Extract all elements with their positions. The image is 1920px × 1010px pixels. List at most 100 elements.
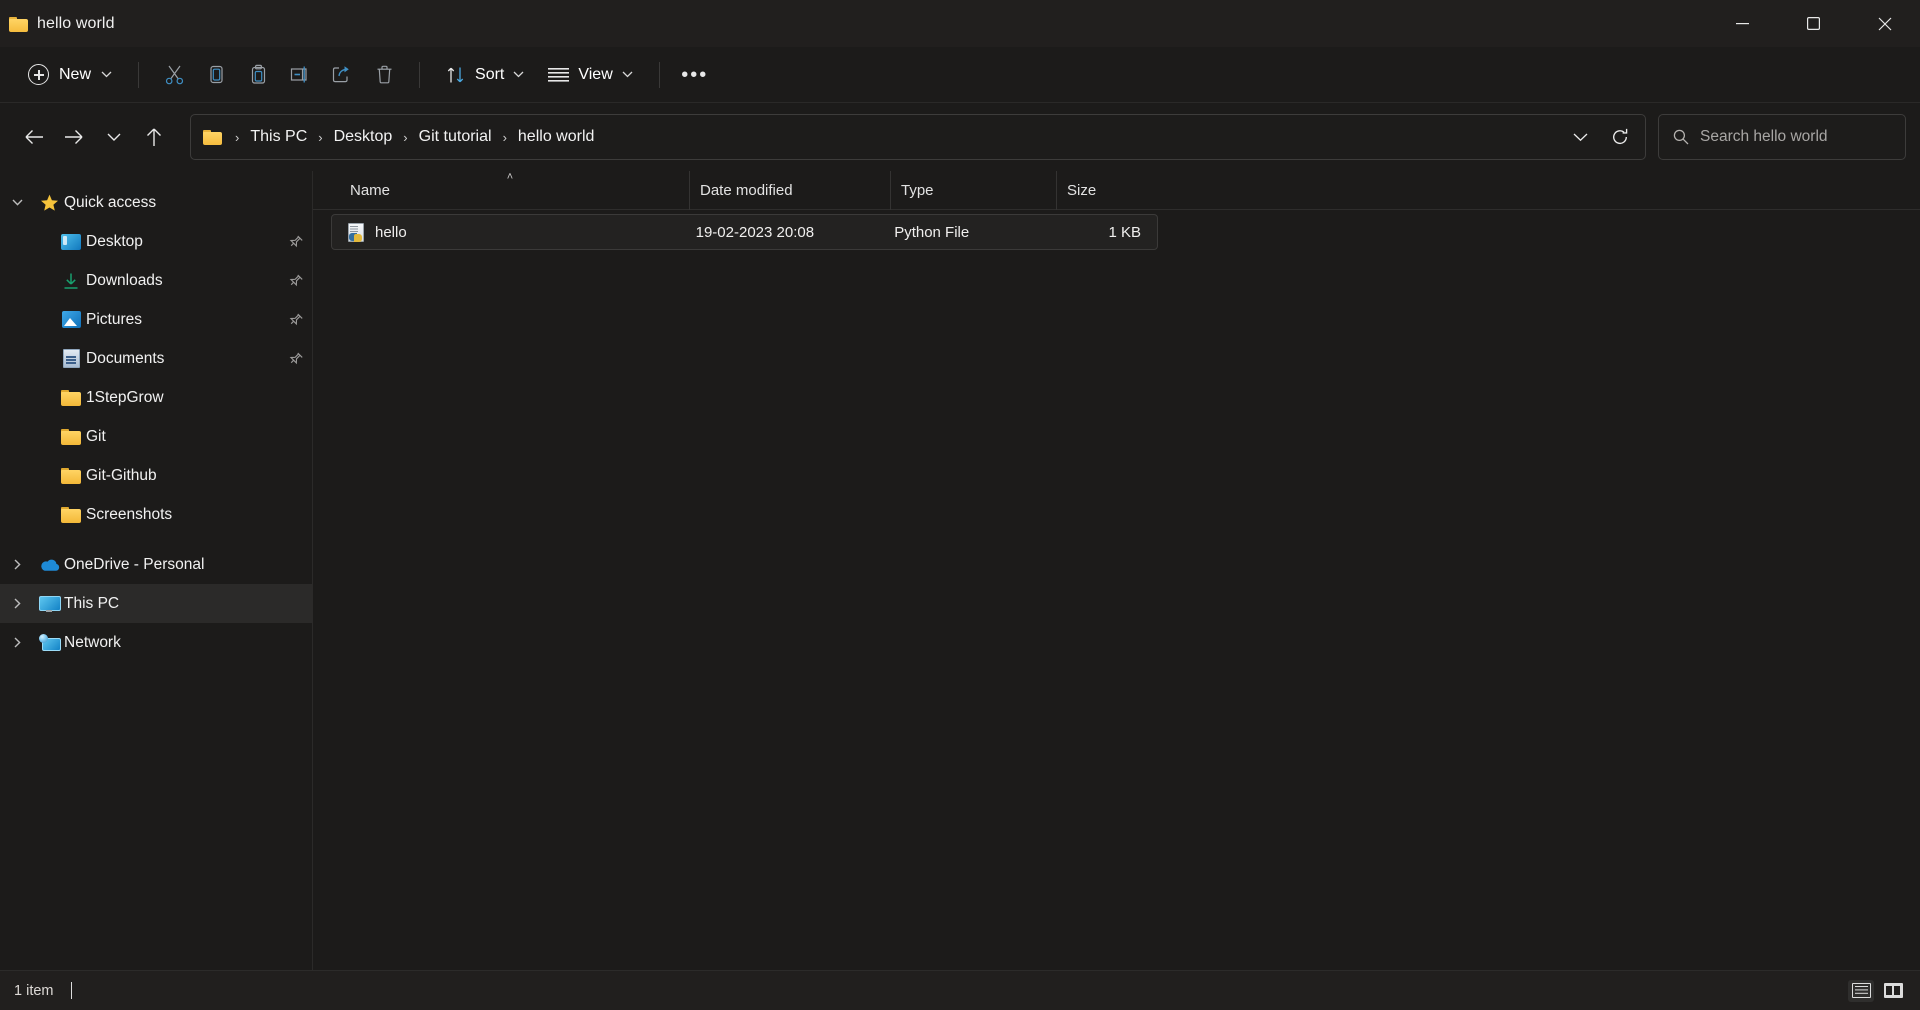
address-dropdown-button[interactable] [1561,118,1599,156]
cut-button[interactable] [153,56,195,94]
breadcrumb: › This PC › Desktop › Git tutorial › hel… [231,123,1561,151]
table-row[interactable]: hello 19-02-2023 20:08 Python File 1 KB [331,214,1158,250]
file-name: hello [375,223,407,241]
this-pc-icon [34,595,64,612]
copy-button[interactable] [195,56,237,94]
view-lines-icon [548,67,570,83]
toolbar-divider-3 [658,61,660,88]
view-toggle-group [1848,979,1906,1002]
refresh-button[interactable] [1601,118,1639,156]
folder-icon [56,428,86,445]
chevron-right-icon[interactable] [0,559,34,570]
sidebar-item-network[interactable]: Network [0,623,312,662]
paste-button[interactable] [237,56,279,94]
sidebar-item-label: Desktop [86,232,143,250]
up-button[interactable] [134,117,174,157]
python-file-icon [348,222,364,242]
rename-button[interactable] [279,56,321,94]
sidebar-item-1stepgrow[interactable]: 1StepGrow [0,378,312,417]
address-field[interactable]: › This PC › Desktop › Git tutorial › hel… [190,114,1646,160]
sidebar-item-label: Git-Github [86,466,157,484]
sort-button-label: Sort [475,65,505,83]
sidebar-group-quick-access[interactable]: Quick access [0,183,312,222]
breadcrumb-item-git-tutorial[interactable]: Git tutorial [412,123,499,151]
sidebar-item-label: OneDrive - Personal [64,555,205,573]
item-count-label: 1 item [14,982,54,999]
back-button[interactable] [14,117,54,157]
forward-button[interactable] [54,117,94,157]
command-bar: New Sort View ••• [0,47,1920,103]
large-icons-view-button[interactable] [1880,980,1906,1002]
column-header-label: Name [350,181,391,199]
column-header-label: Type [901,181,934,199]
column-header-label: Date modified [700,181,793,199]
column-header-label: Size [1067,181,1097,199]
large-icons-view-icon [1883,983,1903,998]
column-header-size[interactable]: Size [1056,170,1166,210]
clipboard-icon [248,64,269,85]
sidebar-item-documents[interactable]: Documents [0,339,312,378]
sort-arrows-icon [446,65,466,85]
status-caret [70,982,72,999]
sidebar-item-downloads[interactable]: Downloads [0,261,312,300]
details-view-icon [1851,983,1871,998]
breadcrumb-item-desktop[interactable]: Desktop [327,123,400,151]
breadcrumb-separator: › [318,129,323,145]
address-bar: › This PC › Desktop › Git tutorial › hel… [0,103,1920,171]
trash-icon [374,64,395,85]
sort-button[interactable]: Sort [434,56,536,94]
more-options-button[interactable]: ••• [674,56,716,94]
sidebar-item-label: Screenshots [86,505,173,523]
file-type-cell: Python File [894,223,970,241]
file-size-cell: 1 KB [1108,223,1141,241]
recent-locations-button[interactable] [94,117,134,157]
main-body: Quick access Desktop Downloads Pictures … [0,170,1920,970]
file-date-cell: 19-02-2023 20:08 [695,223,815,241]
folder-icon [56,389,86,406]
folder-icon [203,129,222,145]
pictures-icon [56,311,86,328]
sidebar-item-screenshots[interactable]: Screenshots [0,495,312,534]
chevron-down-icon[interactable] [0,199,34,206]
sidebar-item-label: Documents [86,349,165,367]
star-icon [34,194,64,212]
sidebar-item-git-github[interactable]: Git-Github [0,456,312,495]
column-header-type[interactable]: Type [890,170,1056,210]
chevron-down-icon [101,71,112,78]
new-button[interactable]: New [16,57,124,93]
delete-button[interactable] [363,56,405,94]
search-box[interactable]: Search hello world [1658,114,1906,160]
navigation-pane[interactable]: Quick access Desktop Downloads Pictures … [0,171,313,970]
sidebar-item-this-pc[interactable]: This PC [0,584,312,623]
details-view-button[interactable] [1848,979,1874,1002]
view-button[interactable]: View [536,56,644,94]
download-icon [56,272,86,290]
sidebar-item-git[interactable]: Git [0,417,312,456]
search-input[interactable]: Search hello world [1700,128,1828,146]
sidebar-item-label: This PC [64,594,120,612]
sidebar-item-onedrive[interactable]: OneDrive - Personal [0,545,312,584]
sort-ascending-caret-icon: ˄ [506,170,514,183]
sidebar-group-label: Quick access [64,193,157,211]
sidebar-item-desktop[interactable]: Desktop [0,222,312,261]
sidebar-item-label: Network [64,633,121,651]
column-header-name[interactable]: ˄ Name [331,171,689,210]
close-button[interactable] [1849,0,1920,47]
share-button[interactable] [321,56,363,94]
sidebar-item-pictures[interactable]: Pictures [0,300,312,339]
maximize-button[interactable] [1778,0,1849,47]
breadcrumb-item-this-pc[interactable]: This PC [243,123,314,151]
minimize-button[interactable] [1707,0,1778,47]
toolbar-divider-2 [419,61,421,88]
breadcrumb-item-hello-world[interactable]: hello world [511,123,601,151]
title-bar-left: hello world [0,15,115,33]
column-header-date-modified[interactable]: Date modified [689,170,890,210]
chevron-right-icon[interactable] [0,598,34,609]
view-button-label: View [578,65,613,83]
pin-icon [286,232,304,250]
file-rows: hello 19-02-2023 20:08 Python File 1 KB [313,210,1920,970]
chevron-right-icon[interactable] [0,637,34,648]
status-bar: 1 item [0,970,1920,1010]
breadcrumb-separator: › [502,129,507,145]
